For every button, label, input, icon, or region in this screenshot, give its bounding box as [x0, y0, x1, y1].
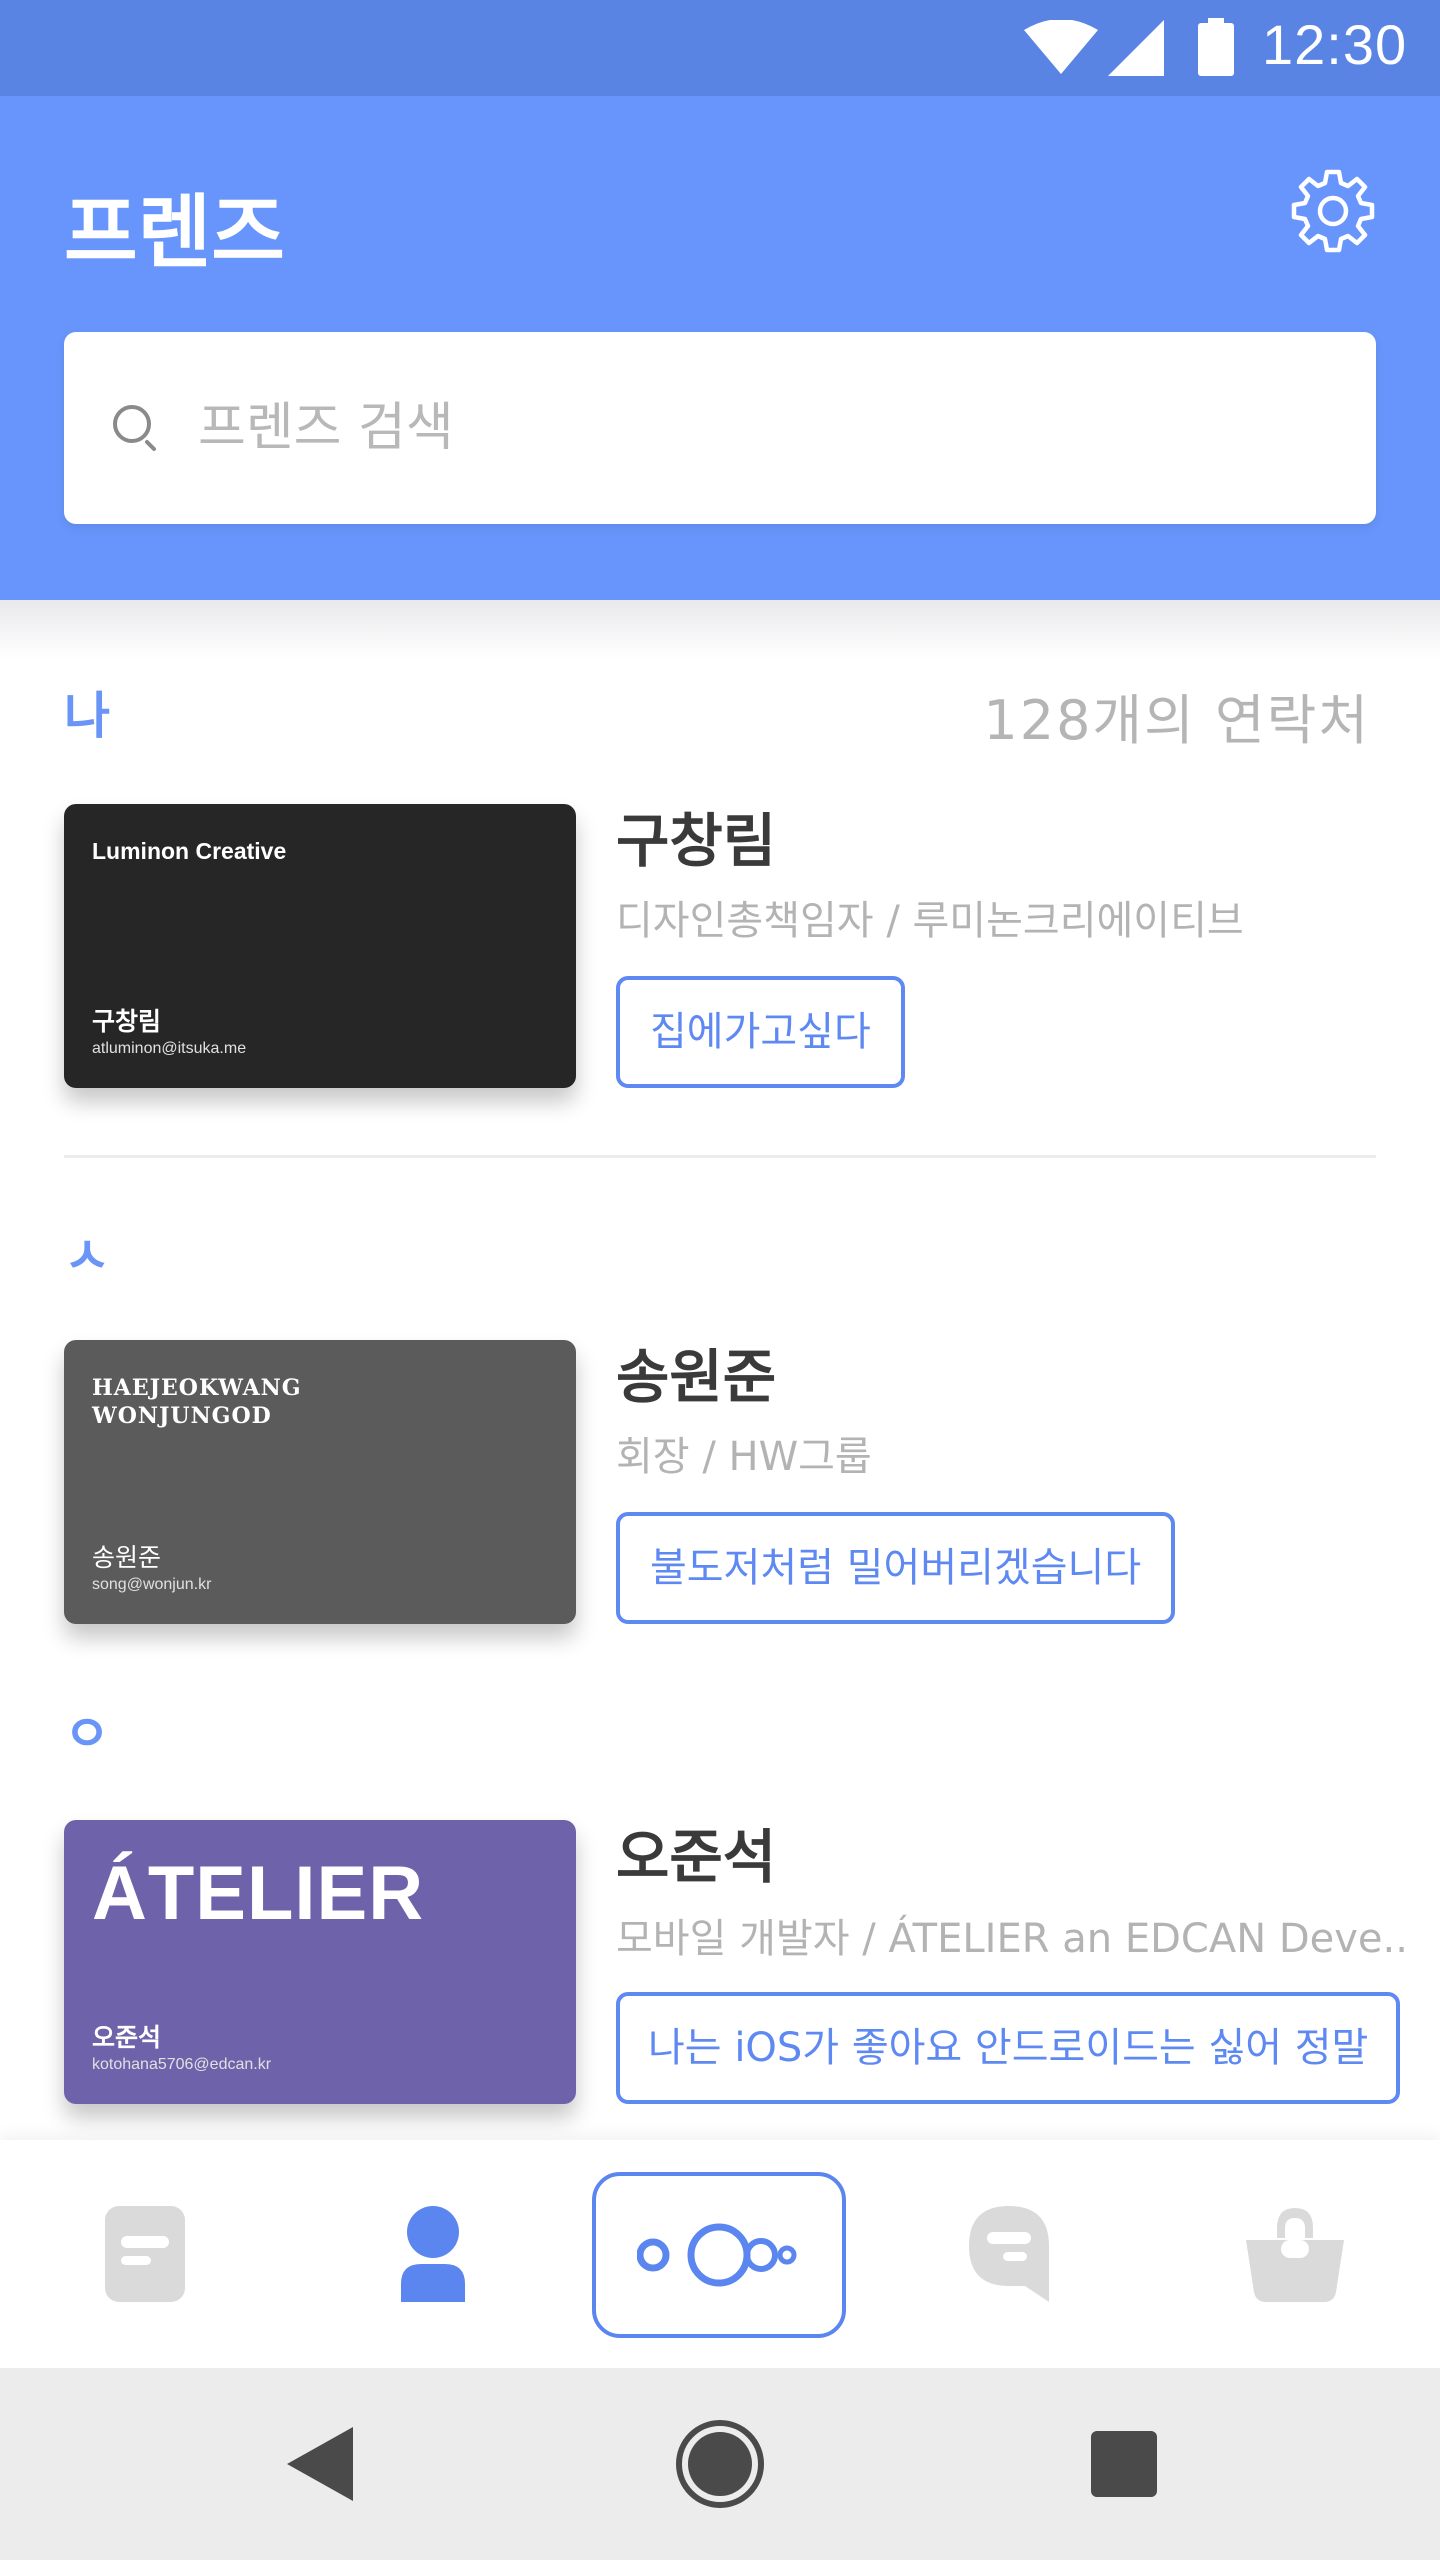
battery-icon	[1198, 18, 1234, 76]
card-email: atluminon@itsuka.me	[92, 1040, 247, 1057]
search-bar[interactable]	[64, 332, 1376, 524]
person-icon	[401, 2206, 465, 2302]
card-company: HAEJEOKWANG WONJUNGOD	[92, 1374, 302, 1430]
system-back-button[interactable]	[260, 2368, 380, 2560]
card-name: 송원준	[92, 1543, 162, 1572]
document-icon	[105, 2206, 185, 2302]
contact-role: 회장 / HW그룹	[616, 1434, 872, 1480]
status-message-button[interactable]: 불도저처럼 밀어버리겠습니다	[616, 1512, 1176, 1624]
section-header-me: 나	[64, 687, 110, 745]
back-icon	[287, 2427, 353, 2501]
search-input[interactable]	[198, 388, 1298, 468]
header-shadow	[0, 600, 1440, 660]
system-navigation-bar	[0, 2368, 1440, 2560]
contact-count: 128개의 연락처	[983, 689, 1370, 752]
bag-icon	[1246, 2208, 1344, 2302]
card-email: song@wonjun.kr	[92, 1576, 212, 1593]
nav-tab-documents[interactable]	[60, 2140, 230, 2368]
divider	[64, 1155, 1376, 1158]
contact-name: 송원준	[616, 1343, 777, 1411]
card-company-line: WONJUNGOD	[92, 1403, 272, 1429]
status-message-button[interactable]: 집에가고싶다	[616, 976, 905, 1088]
nav-tab-friends[interactable]	[348, 2140, 518, 2368]
circles-icon	[637, 2223, 797, 2287]
status-bar: 12:30	[0, 0, 1440, 96]
nav-tab-shop[interactable]	[1210, 2140, 1380, 2368]
chat-icon	[969, 2206, 1049, 2302]
nav-tab-chat[interactable]	[924, 2140, 1094, 2368]
contact-name: 구창림	[616, 807, 777, 875]
status-message-button[interactable]: 나는 iOS가 좋아요 안드로이드는 싫어 정말	[616, 1992, 1401, 2104]
business-card[interactable]: Luminon Creative 구창림 atluminon@itsuka.me	[64, 804, 576, 1088]
cellular-signal-icon	[1108, 20, 1164, 76]
card-email: kotohana5706@edcan.kr	[92, 2056, 272, 2073]
business-card[interactable]: HAEJEOKWANG WONJUNGOD 송원준 song@wonjun.kr	[64, 1340, 576, 1624]
contact-role: 모바일 개발자 / ÁTELIER an EDCAN Deve..	[616, 1916, 1408, 1962]
card-company: Luminon Creative	[92, 838, 287, 864]
section-header-o: ㅇ	[64, 1705, 110, 1763]
business-card[interactable]: ÁTELIER 오준석 kotohana5706@edcan.kr	[64, 1820, 576, 2104]
settings-gear-icon[interactable]	[1290, 168, 1376, 254]
card-company-line: HAEJEOKWANG	[92, 1375, 302, 1401]
app-header: 프렌즈	[0, 96, 1440, 600]
system-home-button[interactable]	[660, 2368, 780, 2560]
section-header-s: ㅅ	[64, 1227, 110, 1285]
wifi-icon	[1024, 20, 1098, 74]
system-recents-button[interactable]	[1064, 2368, 1184, 2560]
contact-name: 오준석	[616, 1823, 777, 1891]
contact-role: 디자인총책임자 / 루미논크리에이티브	[616, 898, 1244, 944]
page-title: 프렌즈	[64, 186, 285, 279]
recents-icon	[1091, 2431, 1157, 2497]
card-company: ÁTELIER	[92, 1851, 425, 1936]
nav-tab-center[interactable]	[592, 2172, 846, 2338]
status-time: 12:30	[1262, 13, 1408, 76]
card-name: 구창림	[92, 1007, 162, 1036]
home-icon	[676, 2420, 764, 2508]
search-icon	[113, 405, 156, 451]
bottom-navigation	[0, 2140, 1440, 2368]
card-name: 오준석	[92, 2023, 162, 2052]
